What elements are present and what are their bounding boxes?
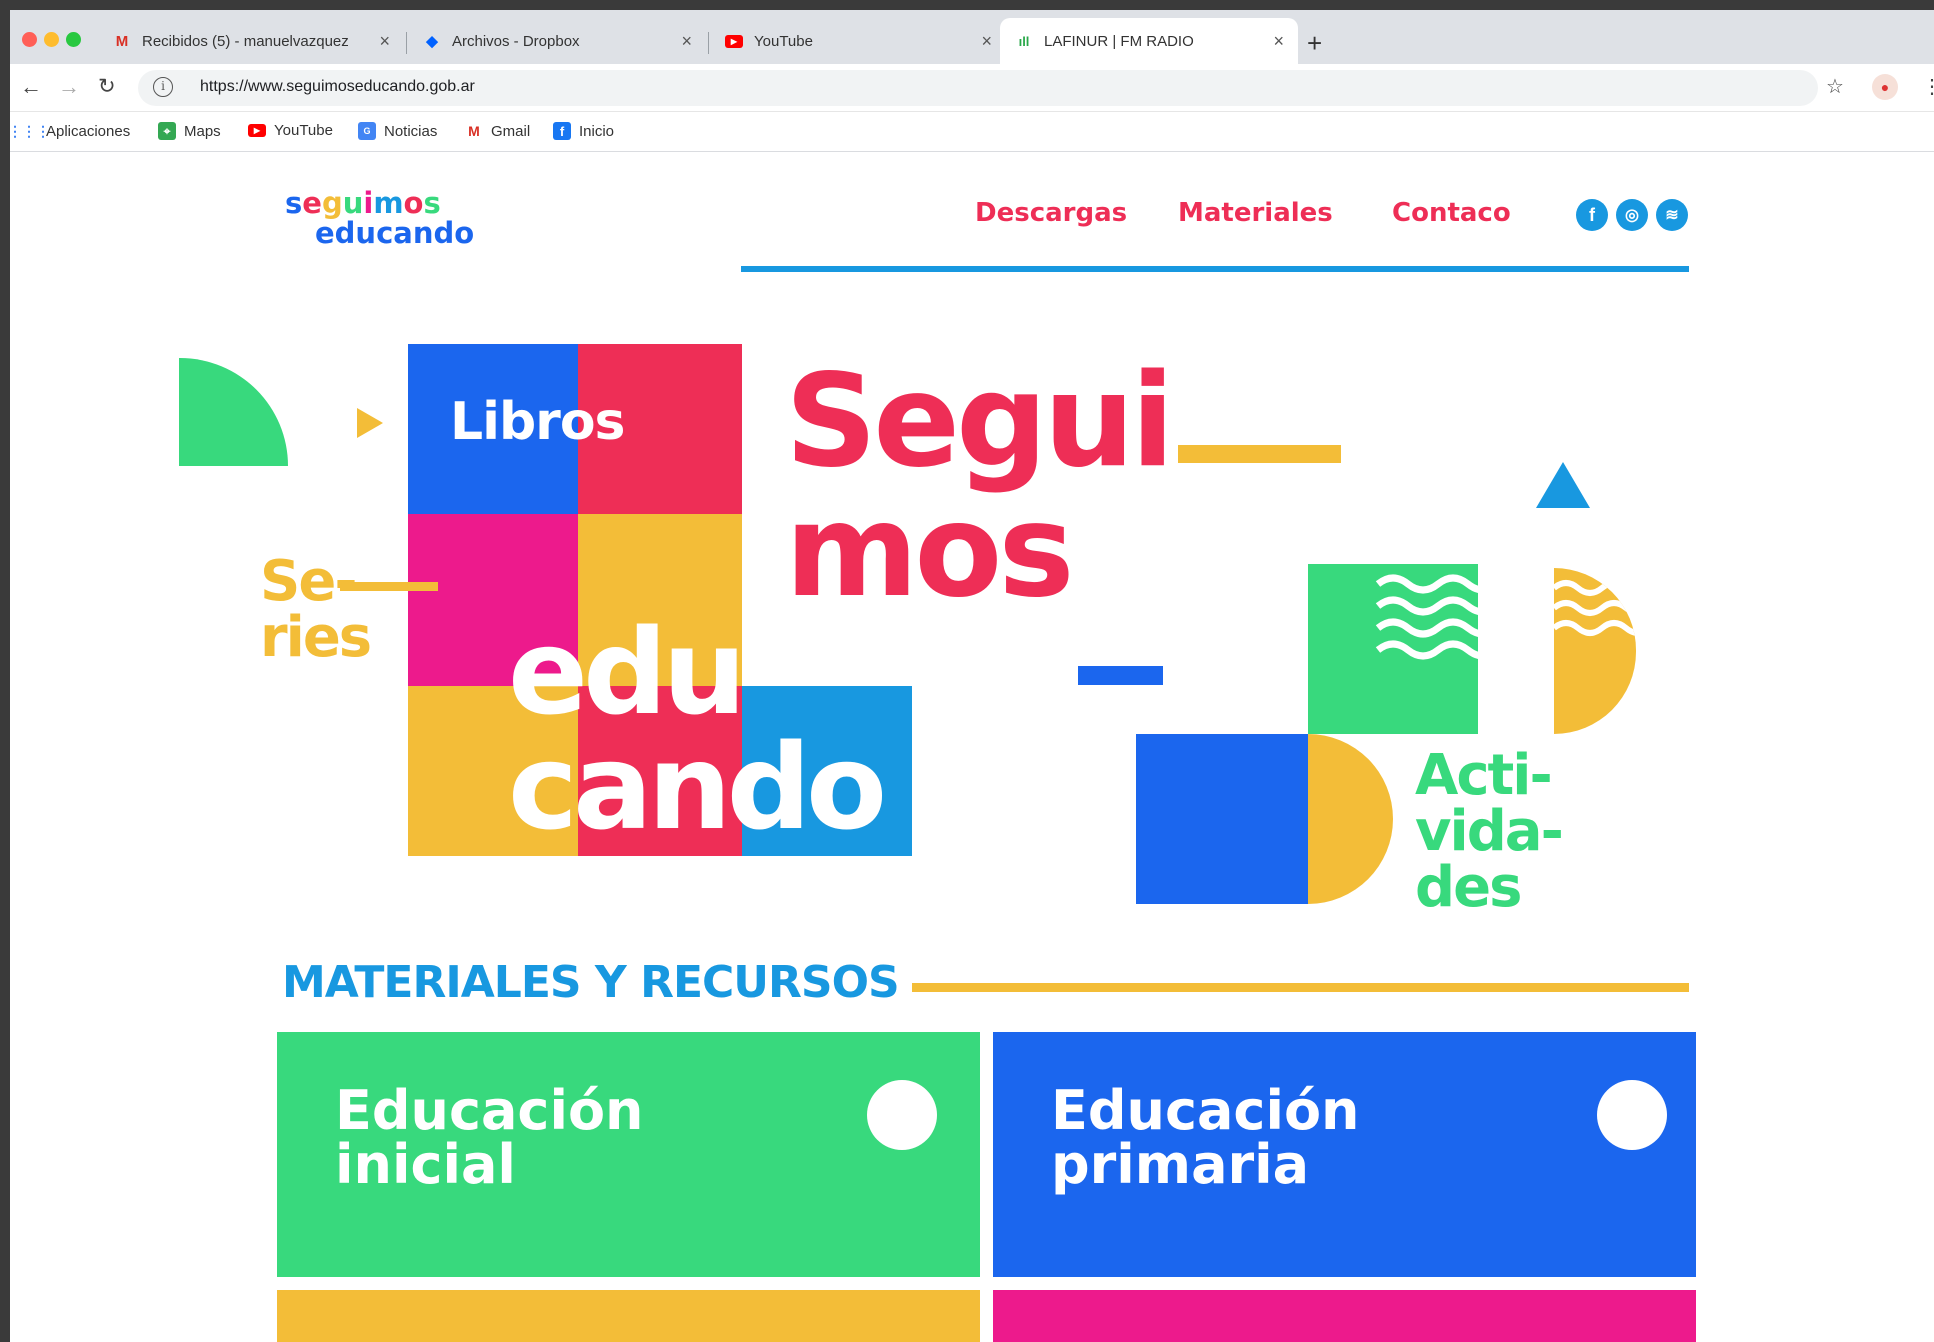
tab-gmail[interactable]: M Recibidos (5) - manuelvazquez ×: [98, 18, 404, 64]
close-tab-icon[interactable]: ×: [379, 31, 390, 52]
card-title-line-1: Educación: [335, 1079, 644, 1142]
maps-icon: ⌖: [158, 122, 176, 140]
bookmarks-bar: ⋮⋮⋮ Aplicaciones ⌖ Maps ▶ YouTube G Noti…: [10, 112, 1934, 152]
cyan-triangle: [1536, 462, 1590, 508]
youtube-icon: ▶: [724, 31, 744, 51]
gmail-icon: M: [468, 123, 480, 139]
card-title-line-1: Educación: [1051, 1079, 1360, 1142]
card-title-line-2: primaria: [1051, 1133, 1310, 1196]
hero-edu: edu: [508, 603, 747, 741]
nav-materiales[interactable]: Materiales: [1178, 198, 1333, 228]
blue-dash: [1078, 666, 1163, 685]
yellow-half-circle-waves: [1554, 568, 1636, 734]
blue-square-actividades: [1136, 734, 1308, 904]
back-arrow-icon[interactable]: ←: [20, 74, 42, 100]
dropbox-icon: ◆: [426, 33, 438, 50]
play-triangle-icon: [357, 408, 383, 438]
gmail-icon: M: [115, 32, 129, 50]
tab-divider: [708, 32, 709, 54]
facebook-icon: f: [553, 122, 571, 140]
bookmark-noticias[interactable]: G Noticias: [358, 122, 437, 140]
close-tab-icon[interactable]: ×: [1273, 31, 1284, 52]
card-pink[interactable]: [993, 1290, 1696, 1342]
bookmark-label: YouTube: [274, 122, 333, 139]
forward-arrow-icon[interactable]: →: [58, 74, 80, 100]
card-educacion-inicial[interactable]: Educación inicial: [277, 1032, 980, 1277]
tab-title: YouTube: [754, 32, 813, 50]
nav-contacto[interactable]: Contaco: [1392, 198, 1511, 228]
hero-segui: Segui: [785, 347, 1175, 496]
nav-descargas[interactable]: Descargas: [975, 198, 1127, 228]
card-title: Educación primaria: [1051, 1084, 1360, 1192]
new-tab-button[interactable]: +: [1307, 28, 1322, 59]
card-educacion-primaria[interactable]: Educación primaria: [993, 1032, 1696, 1277]
bookmark-aplicaciones[interactable]: ⋮⋮⋮ Aplicaciones: [10, 122, 131, 140]
instagram-icon[interactable]: ◎: [1616, 199, 1648, 231]
radio-icon: ıll: [1018, 33, 1030, 49]
bookmark-gmail[interactable]: M Gmail: [465, 122, 530, 140]
card-title-line-2: inicial: [335, 1133, 516, 1196]
logo-line-1: seguimos: [285, 186, 441, 220]
url-text[interactable]: https://www.seguimoseducando.gob.ar: [200, 78, 475, 96]
profile-avatar-icon[interactable]: ●: [1872, 74, 1898, 100]
minimize-window-button[interactable]: [44, 32, 59, 47]
bookmark-label: Gmail: [491, 122, 531, 140]
tab-title: Archivos - Dropbox: [452, 32, 580, 50]
section-title: MATERIALES Y RECURSOS: [282, 957, 900, 1008]
menu-dots-icon[interactable]: ⋮: [1922, 74, 1934, 99]
bookmark-star-icon[interactable]: ☆: [1826, 74, 1844, 99]
site-logo[interactable]: seguimos educando: [285, 188, 474, 248]
facebook-icon[interactable]: f: [1576, 199, 1608, 231]
apps-grid-icon: ⋮⋮⋮: [10, 122, 50, 139]
spotify-icon[interactable]: ≋: [1656, 199, 1688, 231]
hero-des[interactable]: des: [1415, 860, 1522, 916]
tab-lafinur-active[interactable]: ıll LAFINUR | FM RADIO ×: [1000, 18, 1298, 64]
wave-lines-icon: [1554, 580, 1636, 636]
site-info-icon[interactable]: i: [153, 77, 173, 97]
hero-cando: cando: [508, 727, 887, 847]
yellow-bar-series: [340, 582, 438, 591]
web-page: seguimos educando Descargas Materiales C…: [10, 152, 1934, 1342]
bookmark-youtube[interactable]: ▶ YouTube: [248, 122, 333, 139]
green-quarter-circle: [179, 358, 288, 466]
browser-toolbar: ← → ↻ i https://www.seguimoseducando.gob…: [10, 64, 1934, 112]
green-square-waves[interactable]: [1308, 564, 1478, 734]
yellow-half-circle: [1308, 734, 1393, 904]
tab-title: Recibidos (5) - manuelvazquez: [142, 32, 349, 50]
news-icon: G: [358, 122, 376, 140]
hero-series-ries[interactable]: ries: [260, 608, 372, 668]
bookmark-label: Aplicaciones: [46, 122, 131, 140]
tab-youtube[interactable]: ▶ YouTube ×: [710, 18, 1006, 64]
tab-title: LAFINUR | FM RADIO: [1044, 32, 1194, 50]
close-tab-icon[interactable]: ×: [981, 31, 992, 52]
close-window-button[interactable]: [22, 32, 37, 47]
hero-acti[interactable]: Acti-: [1415, 748, 1553, 804]
wave-lines-icon: [1375, 574, 1478, 660]
hero-vida[interactable]: vida-: [1415, 804, 1564, 860]
bookmark-label: Maps: [184, 122, 221, 140]
bookmark-label: Inicio: [579, 122, 615, 140]
bookmark-inicio[interactable]: f Inicio: [553, 122, 614, 140]
close-tab-icon[interactable]: ×: [681, 31, 692, 52]
card-circle-icon: [1597, 1080, 1667, 1150]
nav-underline: [741, 266, 1689, 272]
maximize-window-button[interactable]: [66, 32, 81, 47]
browser-window: M Recibidos (5) - manuelvazquez × ◆ Arch…: [10, 10, 1934, 1342]
card-yellow[interactable]: [277, 1290, 980, 1342]
hero-mos: mos: [785, 477, 1074, 626]
bookmark-maps[interactable]: ⌖ Maps: [158, 122, 221, 140]
reload-icon[interactable]: ↻: [98, 74, 116, 99]
card-circle-icon: [867, 1080, 937, 1150]
tab-strip: M Recibidos (5) - manuelvazquez × ◆ Arch…: [10, 10, 1934, 64]
section-title-line: [912, 983, 1689, 992]
card-title: Educación inicial: [335, 1084, 644, 1192]
tab-divider: [406, 32, 407, 54]
tab-dropbox[interactable]: ◆ Archivos - Dropbox ×: [408, 18, 706, 64]
logo-line-2: educando: [315, 216, 475, 250]
hero-libros-label[interactable]: Libros: [450, 392, 626, 452]
youtube-icon: ▶: [248, 124, 266, 137]
bookmark-label: Noticias: [384, 122, 438, 140]
yellow-bar-segui: [1178, 445, 1341, 463]
